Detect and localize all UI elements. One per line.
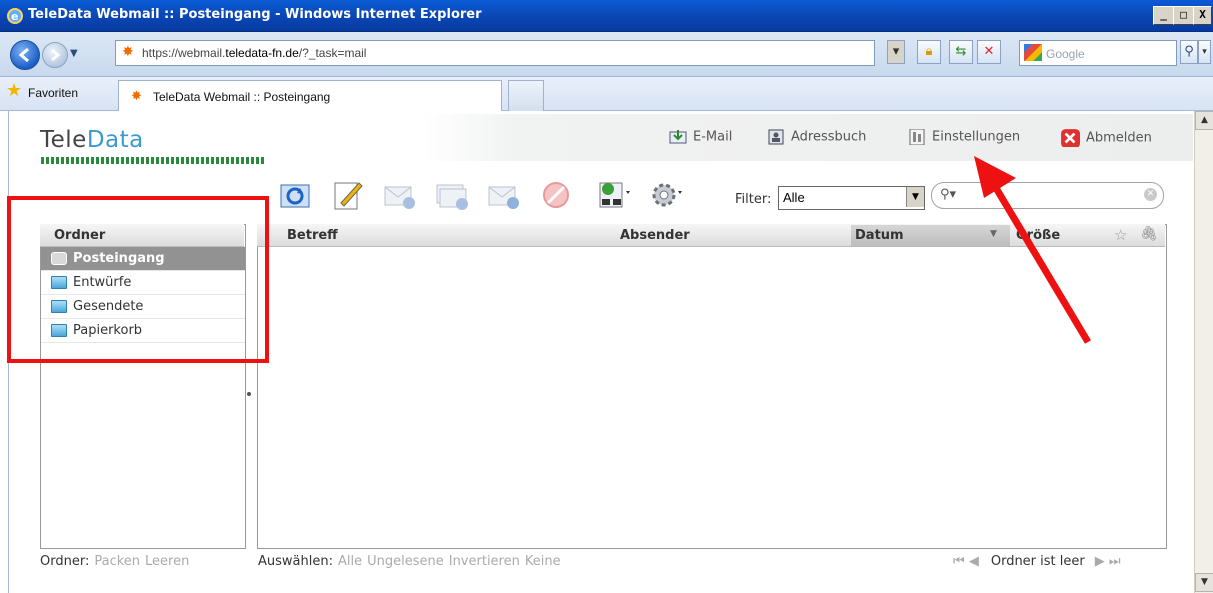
attachment-column-icon[interactable]: 🖇︎: [1140, 226, 1158, 242]
addressbook-icon: [768, 129, 784, 145]
new-tab-button[interactable]: [508, 80, 544, 111]
ie-logo-icon: e: [7, 8, 23, 24]
forward-button[interactable]: [42, 42, 68, 68]
folder-footer: Ordner: Packen Leeren: [40, 554, 189, 569]
close-window-button[interactable]: X: [1193, 6, 1212, 25]
panel-splitter[interactable]: [247, 392, 251, 396]
nav-settings[interactable]: Einstellungen: [908, 129, 1020, 147]
select-invert-link[interactable]: Invertieren: [449, 554, 520, 569]
nav-logout-label: Abmelden: [1086, 130, 1152, 146]
window-title: TeleData Webmail :: Posteingang - Window…: [28, 7, 482, 22]
svg-text:e: e: [11, 10, 18, 23]
search-provider-field[interactable]: Google: [1019, 40, 1177, 66]
back-arrow-icon: [18, 47, 29, 63]
browser-tab-active[interactable]: ✸ TeleData Webmail :: Posteingang: [118, 80, 502, 111]
address-field[interactable]: ✸ https://webmail.teledata-fn.de/?_task=…: [115, 40, 875, 66]
filter-label: Filter:: [735, 192, 772, 207]
filter-value: Alle: [783, 190, 805, 205]
last-page-icon[interactable]: ⏭: [1109, 554, 1121, 569]
flag-column-icon[interactable]: ☆: [1114, 226, 1127, 244]
nav-addressbook-label: Adressbuch: [791, 129, 867, 145]
logout-icon: [1061, 129, 1080, 147]
google-icon: [1024, 44, 1042, 61]
padlock-icon[interactable]: 🔒︎: [917, 40, 941, 64]
clear-search-icon[interactable]: ✕: [1144, 188, 1157, 201]
select-unread-link[interactable]: Ungelesene: [367, 554, 444, 569]
search-icon[interactable]: ⚲▾: [940, 187, 956, 202]
compose-icon[interactable]: [329, 177, 365, 213]
stop-icon[interactable]: ✕: [977, 40, 1001, 64]
prev-page-icon[interactable]: ◀: [969, 554, 979, 569]
refresh-page-icon[interactable]: ⇆: [949, 40, 973, 64]
window-title-bar: e TeleData Webmail :: Posteingang - Wind…: [0, 0, 1213, 32]
nav-email[interactable]: E-Mail: [669, 129, 732, 147]
column-date[interactable]: Datum: [855, 228, 904, 243]
site-icon: ✸: [122, 44, 134, 60]
forward-arrow-icon: [51, 48, 61, 62]
annotation-arrow: [974, 156, 1092, 344]
address-url: https://webmail.teledata-fn.de/?_task=ma…: [142, 46, 367, 60]
folder-status: Ordner ist leer: [990, 554, 1085, 569]
history-dropdown-icon[interactable]: ▼: [70, 48, 82, 60]
nav-email-label: E-Mail: [693, 129, 733, 145]
tab-site-icon: ✸: [131, 89, 142, 104]
nav-addressbook[interactable]: Adressbuch: [767, 129, 866, 147]
reply-icon[interactable]: [381, 177, 417, 213]
pager: ⏮ ◀ Ordner ist leer ▶ ⏭: [953, 554, 1121, 569]
folder-footer-label: Ordner:: [40, 554, 90, 569]
nav-settings-label: Einstellungen: [932, 129, 1021, 145]
filter-dropdown-icon[interactable]: ▼: [906, 187, 924, 207]
tab-title: TeleData Webmail :: Posteingang: [153, 90, 331, 104]
maximize-button[interactable]: □: [1173, 6, 1194, 25]
settings-panel-icon: [909, 129, 925, 145]
settings-gear-icon[interactable]: [648, 177, 684, 213]
first-page-icon[interactable]: ⏮: [953, 554, 965, 569]
select-label: Auswählen:: [258, 554, 333, 569]
logo-stripe: [41, 157, 265, 164]
back-button[interactable]: [10, 40, 40, 70]
mark-icon[interactable]: [596, 177, 632, 213]
minimize-button[interactable]: _: [1153, 6, 1174, 25]
address-dropdown-icon[interactable]: ▾: [887, 40, 905, 64]
empty-folder-link[interactable]: Leeren: [145, 554, 189, 569]
delete-icon[interactable]: [538, 177, 574, 213]
reply-all-icon[interactable]: [433, 177, 469, 213]
mail-icon: [669, 130, 687, 144]
search-options-icon[interactable]: ▾: [1198, 40, 1211, 64]
teledata-logo: TeleData: [40, 127, 144, 153]
filter-select[interactable]: Alle ▼: [778, 186, 925, 210]
select-all-link[interactable]: Alle: [338, 554, 362, 569]
favorites-star-icon[interactable]: ★: [6, 82, 22, 100]
next-page-icon[interactable]: ▶: [1095, 554, 1105, 569]
select-footer: Auswählen: Alle Ungelesene Invertieren Keine: [258, 554, 561, 569]
search-provider-label: Google: [1046, 47, 1085, 61]
favorites-button[interactable]: Favoriten: [28, 86, 78, 100]
select-none-link[interactable]: Keine: [525, 554, 561, 569]
scroll-down-icon[interactable]: ▼: [1195, 573, 1213, 592]
column-sender[interactable]: Absender: [620, 228, 690, 243]
browser-search-icon[interactable]: ⚲: [1180, 40, 1198, 64]
scroll-up-icon[interactable]: ▲: [1195, 111, 1213, 130]
refresh-icon[interactable]: [277, 177, 313, 213]
nav-logout[interactable]: Abmelden: [1060, 129, 1152, 147]
page-scrollbar[interactable]: ▲ ▼: [1194, 111, 1213, 593]
compact-folder-link[interactable]: Packen: [94, 554, 140, 569]
annotation-highlight-box: [7, 196, 269, 363]
column-subject[interactable]: Betreff: [287, 228, 338, 243]
forward-icon[interactable]: [485, 177, 521, 213]
